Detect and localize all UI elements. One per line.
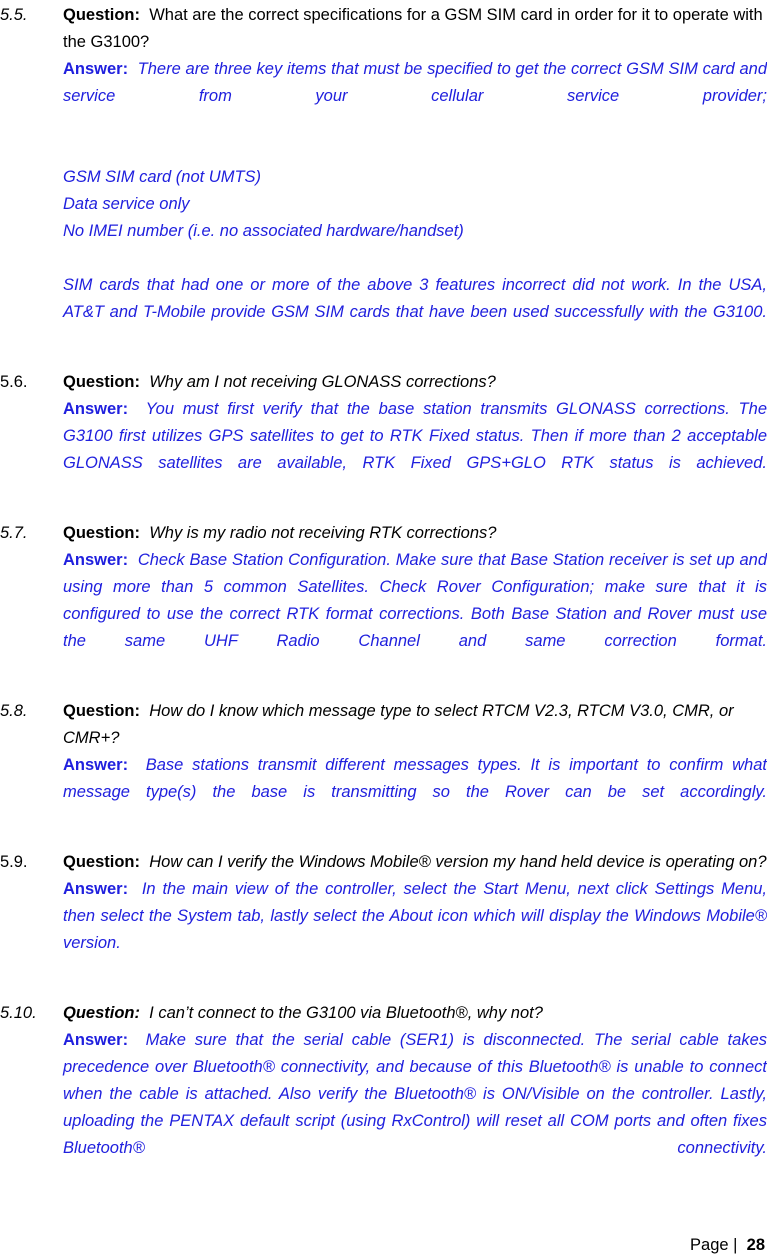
faq-number: 5.6. (0, 373, 28, 391)
question-label: Question: (63, 1004, 140, 1022)
question-block: Question: Why am I not receiving GLONASS… (63, 369, 767, 396)
answer-text: Check Base Station Configuration. Make s… (63, 551, 767, 650)
question-label: Question: (63, 702, 141, 720)
faq-number: 5.9. (0, 853, 28, 871)
answer-bullet-line-2: Data service only (63, 195, 190, 213)
footer-page-label: Page (690, 1236, 729, 1254)
answer-label: Answer: (63, 1031, 129, 1049)
page-footer: Page | 28 (690, 1234, 765, 1256)
question-text: Why is my radio not receiving RTK correc… (149, 524, 497, 542)
question-text: Why am I not receiving GLONASS correctio… (149, 373, 496, 391)
answer-text: You must first verify that the base stat… (63, 400, 767, 472)
question-block: Question: How do I know which message ty… (63, 698, 767, 752)
answer-label: Answer: (63, 400, 129, 418)
question-block: Question: How can I verify the Windows M… (63, 849, 767, 876)
faq-item-5-10: 5.10. Question: I can’t connect to the G… (0, 1000, 767, 1189)
answer-block: Answer: There are three key items that m… (63, 56, 767, 137)
answer-label: Answer: (63, 756, 129, 774)
answer-label: Answer: (63, 60, 129, 78)
faq-item-5-5: 5.5. Question: What are the correct spec… (0, 2, 767, 353)
document-page: 5.5. Question: What are the correct spec… (0, 0, 767, 1260)
faq-list: 5.5. Question: What are the correct spec… (0, 0, 767, 1189)
answer-block: Answer: Check Base Station Configuration… (63, 547, 767, 682)
question-text: I can’t connect to the G3100 via Bluetoo… (149, 1004, 543, 1022)
answer-block: Answer: Make sure that the serial cable … (63, 1027, 767, 1189)
answer-bullet-line-3: No IMEI number (i.e. no associated hardw… (63, 222, 464, 240)
answer-text: Base stations transmit different message… (63, 756, 767, 801)
footer-page-number: 28 (746, 1236, 765, 1254)
question-block: Question: Why is my radio not receiving … (63, 520, 767, 547)
question-label: Question: (63, 524, 141, 542)
answer-text: In the main view of the controller, sele… (63, 880, 767, 952)
question-text: How can I verify the Windows Mobile® ver… (149, 853, 767, 871)
question-label: Question: (63, 853, 141, 871)
question-text: What are the correct specifications for … (63, 6, 763, 51)
faq-item-5-8: 5.8. Question: How do I know which messa… (0, 698, 767, 833)
question-block: Question: What are the correct specifica… (63, 2, 767, 56)
answer-block: Answer: Base stations transmit different… (63, 752, 767, 833)
faq-number: 5.7. (0, 524, 28, 542)
answer-trailing-paragraph: SIM cards that had one or more of the ab… (63, 272, 767, 353)
question-label: Question: (63, 373, 141, 391)
question-text: How do I know which message type to sele… (63, 702, 734, 747)
question-label: Question: (63, 6, 141, 24)
faq-item-5-9: 5.9. Question: How can I verify the Wind… (0, 849, 767, 984)
faq-number: 5.8. (0, 702, 28, 720)
faq-item-5-7: 5.7. Question: Why is my radio not recei… (0, 520, 767, 682)
answer-bullet-line-1: GSM SIM card (not UMTS) (63, 168, 262, 186)
faq-item-5-6: 5.6. Question: Why am I not receiving GL… (0, 369, 767, 504)
answer-text: Make sure that the serial cable (SER1) i… (63, 1031, 767, 1157)
faq-number: 5.5. (0, 6, 28, 24)
answer-trailing-text: SIM cards that had one or more of the ab… (63, 276, 767, 321)
question-block: Question: I can’t connect to the G3100 v… (63, 1000, 767, 1027)
answer-block: Answer: In the main view of the controll… (63, 876, 767, 984)
answer-label: Answer: (63, 880, 129, 898)
answer-label: Answer: (63, 551, 129, 569)
faq-number: 5.10. (0, 1004, 37, 1022)
answer-block: Answer: You must first verify that the b… (63, 396, 767, 504)
answer-text: There are three key items that must be s… (63, 60, 767, 105)
